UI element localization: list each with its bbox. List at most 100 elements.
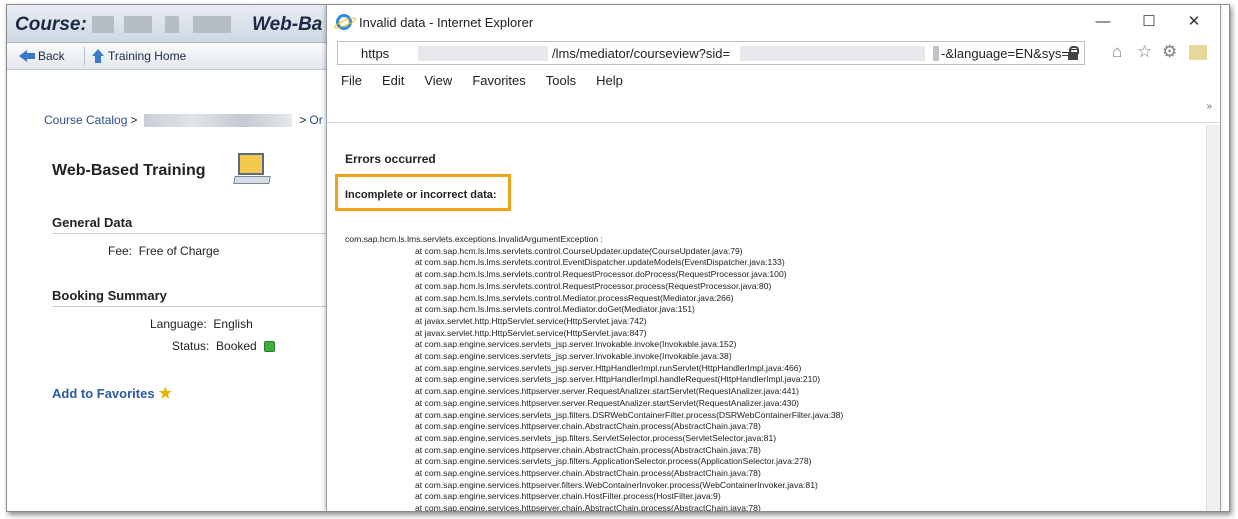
star-icon[interactable]: ☆	[1137, 42, 1152, 62]
chevron-right-icon[interactable]: »	[1206, 101, 1212, 112]
errors-heading: Errors occurred	[345, 152, 436, 166]
up-arrow-icon	[92, 49, 104, 63]
redacted-block	[193, 16, 231, 33]
status-label: Status:	[172, 339, 210, 353]
maximize-button[interactable]: ☐	[1136, 11, 1162, 33]
stack-frame-line: at com.sap.engine.services.httpserver.ch…	[415, 491, 721, 502]
address-bar[interactable]: https /lms/mediator/courseview?sid= -&la…	[337, 41, 1085, 65]
page-title: Web-Based Training	[52, 162, 206, 179]
add-to-favorites-label: Add to Favorites	[52, 385, 155, 401]
fee-value: Free of Charge	[138, 244, 220, 258]
course-header: Course: Web-Ba	[7, 5, 337, 43]
home-icon[interactable]: ⌂	[1112, 42, 1122, 62]
screenshot-frame: Course: Web-Ba Back Training Home Course…	[6, 4, 1230, 512]
back-arrow-icon	[19, 50, 35, 62]
vertical-scrollbar[interactable]	[1206, 125, 1220, 511]
stack-frame-line: at com.sap.engine.services.httpserver.ch…	[415, 444, 761, 455]
star-plus-icon: ★	[158, 385, 173, 402]
language-value: English	[213, 317, 253, 331]
url-scheme: https	[361, 46, 390, 61]
stack-frame-line: at com.sap.engine.services.httpserver.ch…	[415, 503, 761, 511]
page-content: Errors occurred Incomplete or incorrect …	[327, 125, 1220, 511]
stack-frame-line: at com.sap.engine.services.httpserver.se…	[415, 397, 800, 408]
stack-frame-line: at com.sap.hcm.ls.lms.servlets.control.R…	[415, 269, 787, 280]
training-home-label: Training Home	[108, 49, 187, 63]
add-to-favorites-link[interactable]: Add to Favorites ★	[52, 384, 172, 402]
general-data-heading: General Data	[52, 215, 133, 230]
divider	[52, 306, 337, 307]
breadcrumb-course-catalog[interactable]: Course Catalog	[44, 113, 127, 127]
exception-line: com.sap.hcm.ls.lms.servlets.exceptions.I…	[345, 234, 603, 244]
address-row: https /lms/mediator/courseview?sid= -&la…	[327, 39, 1220, 67]
divider	[52, 233, 337, 234]
menu-edit[interactable]: Edit	[382, 73, 404, 88]
stack-frame-line: at com.sap.engine.services.servlets_jsp.…	[415, 432, 777, 443]
fee-label: Fee:	[108, 244, 133, 258]
url-tail: -&language=EN&sys=E	[941, 46, 1078, 61]
stack-frame-line: at com.sap.engine.services.httpserver.ch…	[415, 421, 761, 432]
redacted-block	[124, 16, 152, 33]
gear-icon[interactable]: ⚙	[1162, 42, 1177, 62]
booking-summary-heading: Booking Summary	[52, 288, 167, 303]
stack-frame-line: at com.sap.engine.services.httpserver.fi…	[415, 479, 818, 490]
lms-navbar: Back Training Home	[7, 43, 337, 70]
menu-help[interactable]: Help	[596, 73, 623, 88]
breadcrumb: Course Catalog > > Or	[44, 113, 323, 127]
command-bar: »	[327, 93, 1220, 123]
redacted-block	[144, 113, 293, 127]
laptop-icon	[233, 153, 271, 187]
window-title: Invalid data - Internet Explorer	[359, 15, 534, 30]
stack-frame-line: at com.sap.hcm.ls.lms.servlets.control.R…	[415, 280, 772, 291]
ie-window: Invalid data - Internet Explorer — ☐ ✕ h…	[326, 5, 1221, 511]
stack-frame-line: at com.sap.engine.services.servlets_jsp.…	[415, 409, 844, 420]
stack-frame-line: at javax.servlet.http.HttpServlet.servic…	[415, 315, 647, 326]
status-value: Booked	[216, 339, 257, 353]
status-row: Status: Booked	[172, 339, 276, 353]
course-type: Web-Ba	[252, 14, 323, 35]
stack-frame-line: at com.sap.engine.services.servlets_jsp.…	[415, 339, 737, 350]
breadcrumb-tail[interactable]: Or	[309, 113, 322, 127]
stack-frame-line: at com.sap.hcm.ls.lms.servlets.control.E…	[415, 257, 785, 268]
breadcrumb-separator: >	[130, 113, 138, 127]
stack-frame-line: at com.sap.engine.services.servlets_jsp.…	[415, 362, 802, 373]
stack-frame-line: at javax.servlet.http.HttpServlet.servic…	[415, 327, 647, 338]
stack-frame-line: at com.sap.engine.services.servlets_jsp.…	[415, 374, 821, 385]
stack-frame-line: at com.sap.engine.services.servlets_jsp.…	[415, 456, 812, 467]
stack-frame-line: at com.sap.hcm.ls.lms.servlets.control.C…	[415, 245, 743, 256]
fee-row: Fee: Free of Charge	[108, 244, 219, 258]
redacted-block	[418, 46, 548, 61]
internet-explorer-icon	[336, 14, 352, 30]
back-button[interactable]: Back	[19, 49, 65, 63]
close-button[interactable]: ✕	[1181, 11, 1207, 33]
menu-file[interactable]: File	[341, 73, 362, 88]
minimize-button[interactable]: —	[1090, 11, 1116, 33]
redacted-block	[165, 16, 179, 33]
redacted-block	[740, 46, 925, 61]
user-tile-icon[interactable]	[1189, 45, 1207, 60]
navbar-separator	[84, 47, 85, 65]
menu-bar: File Edit View Favorites Tools Help	[327, 67, 1220, 93]
incomplete-data-message: Incomplete or incorrect data:	[345, 189, 497, 201]
stack-frame-line: at com.sap.hcm.ls.lms.servlets.control.M…	[415, 304, 695, 315]
url-path: /lms/mediator/courseview?sid=	[552, 46, 731, 61]
redacted-block	[933, 46, 939, 61]
stack-frame-line: at com.sap.hcm.ls.lms.servlets.control.M…	[415, 292, 734, 303]
stack-trace: com.sap.hcm.ls.lms.servlets.exceptions.I…	[345, 234, 843, 511]
course-label: Course:	[15, 14, 87, 35]
back-label: Back	[38, 49, 65, 63]
stack-frame-line: at com.sap.engine.services.servlets_jsp.…	[415, 351, 732, 362]
breadcrumb-separator: >	[299, 113, 307, 127]
status-indicator-icon	[264, 341, 276, 352]
lock-icon[interactable]	[1068, 46, 1079, 60]
menu-tools[interactable]: Tools	[546, 73, 576, 88]
stack-frame-line: at com.sap.engine.services.httpserver.ch…	[415, 468, 761, 479]
lms-page: Course: Web-Ba Back Training Home Course…	[7, 5, 337, 511]
language-label: Language:	[150, 317, 207, 331]
training-home-button[interactable]: Training Home	[92, 49, 186, 63]
ie-titlebar[interactable]: Invalid data - Internet Explorer — ☐ ✕	[327, 5, 1220, 39]
stack-frame-line: at com.sap.engine.services.httpserver.se…	[415, 386, 800, 397]
redacted-block	[92, 16, 114, 33]
menu-favorites[interactable]: Favorites	[472, 73, 525, 88]
language-row: Language: English	[150, 317, 253, 331]
menu-view[interactable]: View	[424, 73, 452, 88]
